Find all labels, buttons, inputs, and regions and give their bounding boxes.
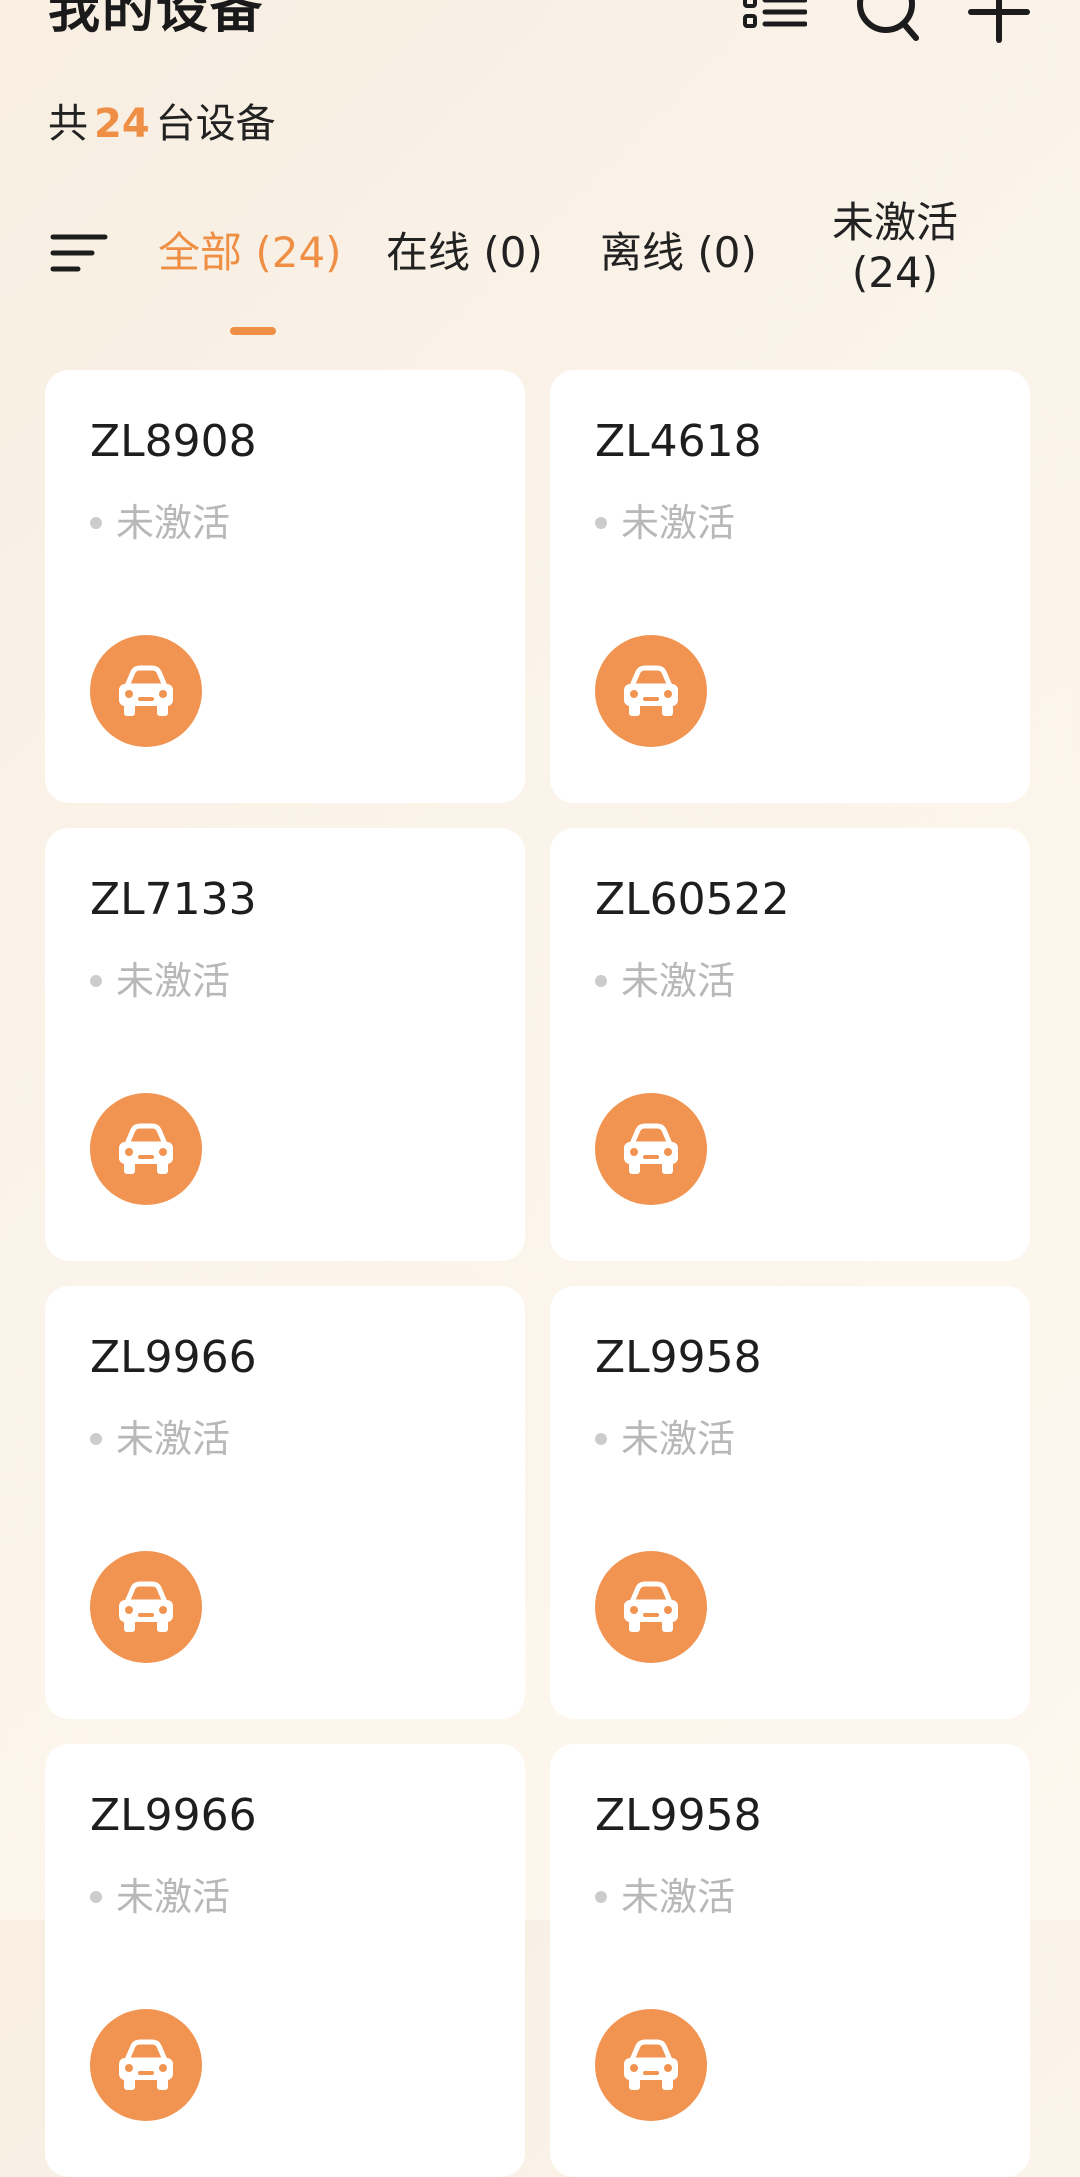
device-name: ZL8908: [90, 416, 257, 467]
device-status: 未激活: [595, 1420, 735, 1458]
car-badge: [595, 1093, 707, 1205]
car-badge: [90, 1551, 202, 1663]
device-card[interactable]: ZL9966 未激活: [45, 1744, 525, 2177]
add-device-button[interactable]: [964, 0, 1034, 46]
tab-inactive[interactable]: 未激活 (24): [820, 198, 970, 299]
tab-offline[interactable]: 离线 (0): [600, 228, 757, 278]
device-card[interactable]: ZL7133 未激活: [45, 828, 525, 1261]
status-dot: [90, 1433, 102, 1445]
car-icon: [624, 2039, 678, 2090]
device-name: ZL9966: [90, 1790, 257, 1841]
car-icon: [624, 1581, 678, 1632]
device-count: 共 24 台设备: [48, 104, 276, 144]
device-name: ZL9958: [595, 1790, 762, 1841]
car-icon: [624, 665, 678, 716]
status-label: 未激活: [116, 501, 231, 545]
status-dot: [595, 1891, 607, 1903]
device-card[interactable]: ZL8908 未激活: [45, 370, 525, 803]
status-label: 未激活: [116, 959, 231, 1003]
status-dot: [595, 1433, 607, 1445]
device-status: 未激活: [595, 504, 735, 542]
status-dot: [90, 975, 102, 987]
search-button[interactable]: [852, 0, 922, 46]
plus-icon: [968, 0, 1030, 43]
status-dot: [595, 975, 607, 987]
status-label: 未激活: [621, 1417, 736, 1461]
active-tab-indicator: [230, 327, 276, 335]
device-status: 未激活: [90, 1420, 230, 1458]
car-badge: [595, 1551, 707, 1663]
car-icon: [624, 1123, 678, 1174]
device-card[interactable]: ZL9966 未激活: [45, 1286, 525, 1719]
tab-online[interactable]: 在线 (0): [386, 228, 543, 278]
top-actions: [740, 0, 1034, 46]
status-label: 未激活: [621, 501, 736, 545]
status-label: 未激活: [621, 1875, 736, 1919]
device-name: ZL9958: [595, 1332, 762, 1383]
car-icon: [119, 2039, 173, 2090]
car-badge: [595, 635, 707, 747]
device-status: 未激活: [595, 962, 735, 1000]
list-view-button[interactable]: [740, 0, 810, 46]
car-badge: [90, 2009, 202, 2121]
count-prefix: 共: [48, 101, 88, 147]
device-status: 未激活: [90, 504, 230, 542]
device-status: 未激活: [90, 1878, 230, 1916]
status-dot: [90, 1891, 102, 1903]
device-card[interactable]: ZL9958 未激活: [550, 1744, 1030, 2177]
device-name: ZL7133: [90, 874, 257, 925]
page-title: 我的设备: [48, 0, 265, 40]
car-icon: [119, 1581, 173, 1632]
car-badge: [90, 635, 202, 747]
car-icon: [119, 665, 173, 716]
device-name: ZL4618: [595, 416, 762, 467]
device-status: 未激活: [595, 1878, 735, 1916]
status-label: 未激活: [621, 959, 736, 1003]
count-value: 24: [94, 101, 150, 147]
car-badge: [90, 1093, 202, 1205]
status-label: 未激活: [116, 1875, 231, 1919]
car-icon: [119, 1123, 173, 1174]
device-name: ZL60522: [595, 874, 790, 925]
status-dot: [90, 517, 102, 529]
status-dot: [595, 517, 607, 529]
device-card[interactable]: ZL60522 未激活: [550, 828, 1030, 1261]
device-name: ZL9966: [90, 1332, 257, 1383]
search-icon: [857, 0, 919, 41]
device-card[interactable]: ZL9958 未激活: [550, 1286, 1030, 1719]
car-badge: [595, 2009, 707, 2121]
tab-all[interactable]: 全部 (24): [158, 228, 342, 278]
filter-icon: [50, 234, 108, 272]
device-status: 未激活: [90, 962, 230, 1000]
count-suffix: 台设备: [155, 101, 276, 147]
filter-button[interactable]: [50, 232, 108, 276]
status-label: 未激活: [116, 1417, 231, 1461]
device-card[interactable]: ZL4618 未激活: [550, 370, 1030, 803]
device-grid: ZL8908 未激活 ZL4618 未激活 ZL7133 未激活 ZL60522…: [45, 370, 1030, 2177]
list-icon: [743, 0, 807, 28]
